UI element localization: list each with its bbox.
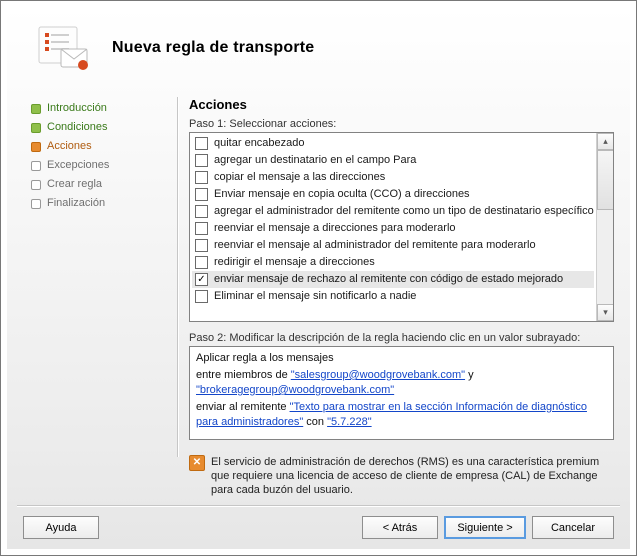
desc-line2: entre miembros de "salesgroup@woodgroveb…: [196, 368, 607, 398]
step-excepciones[interactable]: Excepciones: [31, 156, 151, 175]
action-checkbox[interactable]: [195, 188, 208, 201]
action-label: enviar mensaje de rechazo al remitente c…: [214, 271, 563, 288]
button-bar-separator: [17, 505, 620, 507]
action-row[interactable]: reenviar el mensaje al administrador del…: [192, 237, 594, 254]
dialog-content: Nueva regla de transporte Introducción C…: [6, 6, 631, 550]
header: Nueva regla de transporte: [7, 7, 630, 87]
cancel-button[interactable]: Cancelar: [532, 516, 614, 539]
action-row[interactable]: Enviar mensaje en copia oculta (CCO) a d…: [192, 186, 594, 203]
step-label: Introducción: [47, 99, 107, 118]
action-label: Enviar mensaje en copia oculta (CCO) a d…: [214, 186, 470, 203]
scroll-up-button[interactable]: ▴: [597, 133, 614, 150]
scrollbar[interactable]: ▴ ▾: [596, 133, 613, 321]
step-label: Condiciones: [47, 118, 108, 137]
step-acciones[interactable]: Acciones: [31, 137, 151, 156]
action-label: Eliminar el mensaje sin notificarlo a na…: [214, 288, 416, 305]
desc-link-statuscode[interactable]: "5.7.228": [327, 416, 372, 428]
actions-scroll-area: quitar encabezado agregar un destinatari…: [190, 133, 596, 321]
desc-line3: enviar al remitente "Texto para mostrar …: [196, 400, 607, 430]
step-pending-icon: [31, 199, 41, 209]
help-button[interactable]: Ayuda: [23, 516, 99, 539]
action-checkbox[interactable]: [195, 290, 208, 303]
action-checkbox[interactable]: [195, 154, 208, 167]
action-row[interactable]: reenviar el mensaje a direcciones para m…: [192, 220, 594, 237]
action-checkbox[interactable]: [195, 171, 208, 184]
action-label: copiar el mensaje a las direcciones: [214, 169, 385, 186]
notice-text: El servicio de administración de derecho…: [211, 455, 614, 497]
step2-label: Paso 2: Modificar la descripción de la r…: [189, 332, 614, 344]
action-checkbox[interactable]: [195, 205, 208, 218]
vertical-separator: [177, 97, 179, 457]
dialog-window: Nueva regla de transporte Introducción C…: [0, 0, 637, 556]
step-label: Excepciones: [47, 156, 109, 175]
step-pending-icon: [31, 180, 41, 190]
rule-description-box: Aplicar regla a los mensajes entre miemb…: [189, 346, 614, 440]
action-row[interactable]: agregar el administrador del remitente c…: [192, 203, 594, 220]
action-checkbox[interactable]: [195, 137, 208, 150]
step-pending-icon: [31, 161, 41, 171]
step1-label: Paso 1: Seleccionar acciones:: [189, 118, 614, 130]
step-active-icon: [31, 142, 41, 152]
scroll-down-button[interactable]: ▾: [597, 304, 614, 321]
step-label: Acciones: [47, 137, 92, 156]
desc-text: y: [465, 369, 474, 381]
action-label: reenviar el mensaje al administrador del…: [214, 237, 536, 254]
transport-rule-icon: [37, 23, 91, 71]
action-checkbox[interactable]: [195, 256, 208, 269]
step-label: Crear regla: [47, 175, 102, 194]
rms-notice: ✕ El servicio de administración de derec…: [189, 455, 614, 497]
action-label: agregar un destinatario en el campo Para: [214, 152, 416, 169]
step-introduccion[interactable]: Introducción: [31, 99, 151, 118]
desc-line1: Aplicar regla a los mensajes: [196, 351, 607, 366]
desc-text: entre miembros de: [196, 369, 291, 381]
step-crear-regla[interactable]: Crear regla: [31, 175, 151, 194]
desc-link-group1[interactable]: "salesgroup@woodgrovebank.com": [291, 369, 465, 381]
desc-text: con: [303, 416, 327, 428]
info-icon: ✕: [189, 455, 205, 471]
dialog-title: Nueva regla de transporte: [112, 39, 314, 57]
action-checkbox[interactable]: [195, 222, 208, 235]
action-row[interactable]: agregar un destinatario en el campo Para: [192, 152, 594, 169]
action-label: agregar el administrador del remitente c…: [214, 203, 594, 220]
action-label: redirigir el mensaje a direcciones: [214, 254, 375, 271]
action-row[interactable]: copiar el mensaje a las direcciones: [192, 169, 594, 186]
desc-link-group2[interactable]: "brokeragegroup@woodgrovebank.com": [196, 384, 394, 396]
step-finalizacion[interactable]: Finalización: [31, 194, 151, 213]
step-condiciones[interactable]: Condiciones: [31, 118, 151, 137]
section-title: Acciones: [189, 97, 614, 112]
action-label: quitar encabezado: [214, 135, 305, 152]
main-panel: Acciones Paso 1: Seleccionar acciones: q…: [189, 97, 614, 453]
wizard-steps-sidebar: Introducción Condiciones Acciones Excepc…: [31, 99, 151, 213]
actions-listbox[interactable]: quitar encabezado agregar un destinatari…: [189, 132, 614, 322]
back-button[interactable]: < Atrás: [362, 516, 438, 539]
action-label: reenviar el mensaje a direcciones para m…: [214, 220, 456, 237]
action-row[interactable]: enviar mensaje de rechazo al remitente c…: [192, 271, 594, 288]
step-done-icon: [31, 104, 41, 114]
scroll-thumb[interactable]: [597, 150, 614, 210]
action-row[interactable]: quitar encabezado: [192, 135, 594, 152]
step-label: Finalización: [47, 194, 105, 213]
next-button[interactable]: Siguiente >: [444, 516, 526, 539]
action-checkbox[interactable]: [195, 273, 208, 286]
desc-text: enviar al remitente: [196, 401, 290, 413]
action-row[interactable]: redirigir el mensaje a direcciones: [192, 254, 594, 271]
step-done-icon: [31, 123, 41, 133]
action-row[interactable]: Eliminar el mensaje sin notificarlo a na…: [192, 288, 594, 305]
action-checkbox[interactable]: [195, 239, 208, 252]
